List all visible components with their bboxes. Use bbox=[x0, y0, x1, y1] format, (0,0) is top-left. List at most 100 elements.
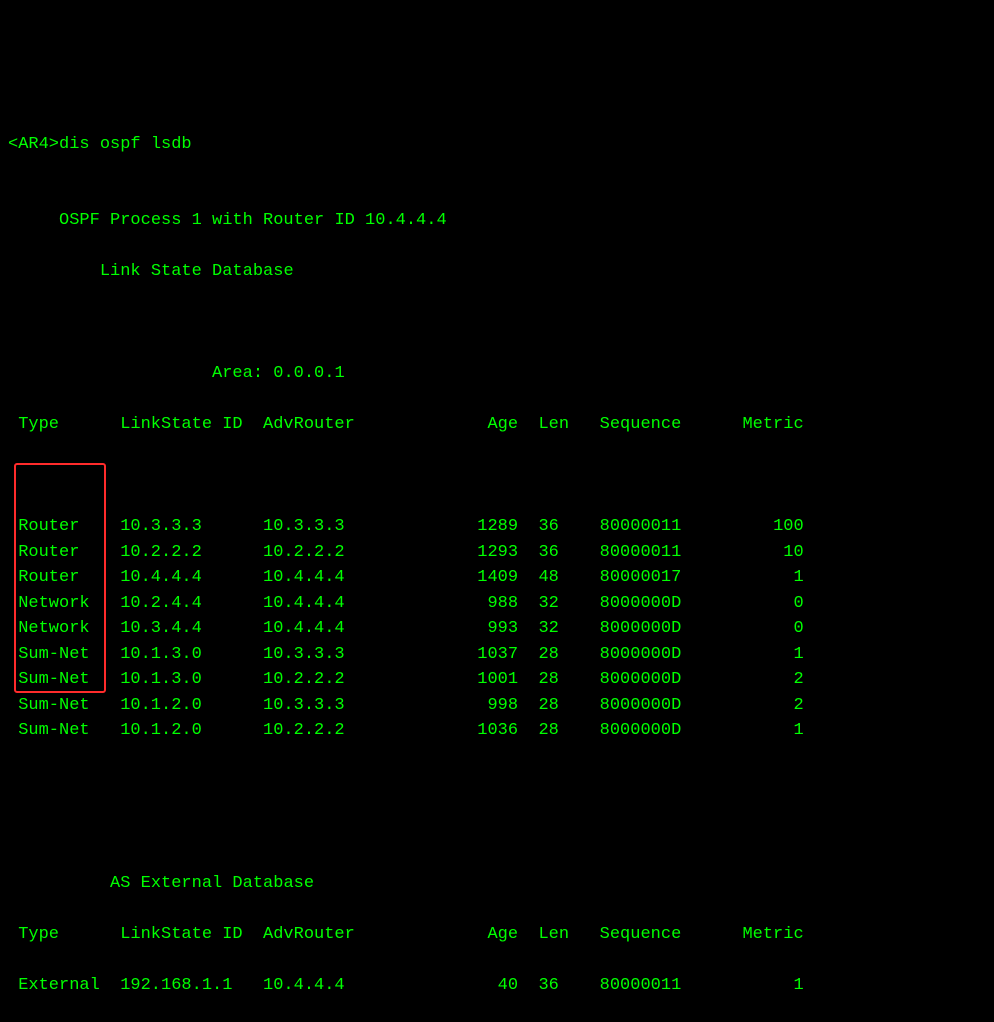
table-row: External192.168.1.110.4.4.44036800000111 bbox=[8, 973, 986, 999]
table-row: Sum-Net10.1.2.010.2.2.21036288000000D1 bbox=[8, 718, 986, 744]
table-row: Sum-Net10.1.3.010.3.3.31037288000000D1 bbox=[8, 642, 986, 668]
cell-age: 1289 bbox=[447, 514, 539, 540]
cell-age: 988 bbox=[447, 591, 539, 617]
cell-advrouter: 10.4.4.4 bbox=[263, 565, 447, 591]
area-line: Area: 0.0.0.1 bbox=[8, 361, 986, 387]
cell-type: Sum-Net bbox=[18, 642, 120, 668]
cell-advrouter: 10.4.4.4 bbox=[263, 973, 447, 999]
cell-sequence: 8000000D bbox=[600, 718, 722, 744]
col-age: Age bbox=[447, 412, 539, 438]
cell-len: 48 bbox=[538, 565, 599, 591]
col-type: Type bbox=[18, 412, 120, 438]
ospf-process-line: OSPF Process 1 with Router ID 10.4.4.4 bbox=[8, 208, 986, 234]
col-advrouter: AdvRouter bbox=[263, 412, 447, 438]
external-db-heading: AS External Database bbox=[8, 871, 986, 897]
col-type: Type bbox=[18, 922, 120, 948]
col-len: Len bbox=[538, 922, 599, 948]
lsdb-table-body: Router10.3.3.310.3.3.312893680000011100R… bbox=[8, 463, 986, 744]
cell-advrouter: 10.3.3.3 bbox=[263, 693, 447, 719]
cell-len: 32 bbox=[538, 616, 599, 642]
cell-advrouter: 10.4.4.4 bbox=[263, 616, 447, 642]
col-metric: Metric bbox=[722, 922, 804, 948]
cell-advrouter: 10.3.3.3 bbox=[263, 514, 447, 540]
cell-type: Sum-Net bbox=[18, 718, 120, 744]
cell-metric: 10 bbox=[722, 540, 804, 566]
cell-len: 36 bbox=[538, 514, 599, 540]
cell-len: 28 bbox=[538, 667, 599, 693]
terminal-output: <AR4>dis ospf lsdb OSPF Process 1 with R… bbox=[8, 106, 986, 1022]
cell-type: External bbox=[18, 973, 120, 999]
cell-type: Router bbox=[18, 540, 120, 566]
cell-linkstate: 10.1.3.0 bbox=[120, 642, 263, 668]
table-row: Router10.3.3.310.3.3.312893680000011100 bbox=[8, 514, 986, 540]
cell-len: 28 bbox=[538, 642, 599, 668]
cell-age: 1036 bbox=[447, 718, 539, 744]
col-linkstate: LinkState ID bbox=[120, 412, 263, 438]
cell-type: Router bbox=[18, 514, 120, 540]
cell-advrouter: 10.3.3.3 bbox=[263, 642, 447, 668]
cell-advrouter: 10.2.2.2 bbox=[263, 540, 447, 566]
cell-sequence: 80000011 bbox=[600, 973, 722, 999]
table-row: Router10.2.2.210.2.2.21293368000001110 bbox=[8, 540, 986, 566]
cell-sequence: 80000011 bbox=[600, 540, 722, 566]
cell-sequence: 80000017 bbox=[600, 565, 722, 591]
cell-age: 1001 bbox=[447, 667, 539, 693]
cell-type: Sum-Net bbox=[18, 667, 120, 693]
lsdb-heading: Link State Database bbox=[8, 259, 986, 285]
cell-sequence: 8000000D bbox=[600, 667, 722, 693]
cell-sequence: 80000011 bbox=[600, 514, 722, 540]
col-len: Len bbox=[538, 412, 599, 438]
cell-metric: 0 bbox=[722, 616, 804, 642]
table-row: Sum-Net10.1.2.010.3.3.3998288000000D2 bbox=[8, 693, 986, 719]
cell-linkstate: 10.1.2.0 bbox=[120, 718, 263, 744]
lsdb-column-headers: TypeLinkState IDAdvRouterAgeLenSequenceM… bbox=[8, 412, 986, 438]
cell-age: 1293 bbox=[447, 540, 539, 566]
cell-metric: 100 bbox=[722, 514, 804, 540]
cell-metric: 1 bbox=[722, 973, 804, 999]
cell-metric: 2 bbox=[722, 693, 804, 719]
cell-linkstate: 10.4.4.4 bbox=[120, 565, 263, 591]
col-metric: Metric bbox=[722, 412, 804, 438]
cell-type: Network bbox=[18, 591, 120, 617]
cell-age: 1409 bbox=[447, 565, 539, 591]
cell-linkstate: 10.2.2.2 bbox=[120, 540, 263, 566]
command-text: dis ospf lsdb bbox=[59, 135, 192, 154]
table-row: Router10.4.4.410.4.4.4140948800000171 bbox=[8, 565, 986, 591]
cell-advrouter: 10.4.4.4 bbox=[263, 591, 447, 617]
cell-advrouter: 10.2.2.2 bbox=[263, 718, 447, 744]
cell-linkstate: 10.3.4.4 bbox=[120, 616, 263, 642]
table-row: Sum-Net10.1.3.010.2.2.21001288000000D2 bbox=[8, 667, 986, 693]
cell-len: 32 bbox=[538, 591, 599, 617]
cell-len: 28 bbox=[538, 718, 599, 744]
cell-len: 36 bbox=[538, 973, 599, 999]
cell-metric: 0 bbox=[722, 591, 804, 617]
cell-metric: 2 bbox=[722, 667, 804, 693]
cell-age: 998 bbox=[447, 693, 539, 719]
cell-sequence: 8000000D bbox=[600, 693, 722, 719]
col-sequence: Sequence bbox=[600, 922, 722, 948]
cell-metric: 1 bbox=[722, 642, 804, 668]
cell-advrouter: 10.2.2.2 bbox=[263, 667, 447, 693]
col-advrouter: AdvRouter bbox=[263, 922, 447, 948]
cell-age: 40 bbox=[447, 973, 539, 999]
cell-len: 36 bbox=[538, 540, 599, 566]
table-row: Network10.2.4.410.4.4.4988328000000D0 bbox=[8, 591, 986, 617]
col-age: Age bbox=[447, 922, 539, 948]
cell-linkstate: 10.3.3.3 bbox=[120, 514, 263, 540]
external-column-headers: TypeLinkState IDAdvRouterAgeLenSequenceM… bbox=[8, 922, 986, 948]
cell-len: 28 bbox=[538, 693, 599, 719]
cell-linkstate: 10.1.2.0 bbox=[120, 693, 263, 719]
cell-linkstate: 10.1.3.0 bbox=[120, 667, 263, 693]
shell-prompt: <AR4> bbox=[8, 135, 59, 154]
cell-metric: 1 bbox=[722, 718, 804, 744]
cell-sequence: 8000000D bbox=[600, 616, 722, 642]
table-row: Network10.3.4.410.4.4.4993328000000D0 bbox=[8, 616, 986, 642]
cell-metric: 1 bbox=[722, 565, 804, 591]
cell-type: Network bbox=[18, 616, 120, 642]
col-sequence: Sequence bbox=[600, 412, 722, 438]
cell-age: 993 bbox=[447, 616, 539, 642]
cell-sequence: 8000000D bbox=[600, 591, 722, 617]
cell-linkstate: 10.2.4.4 bbox=[120, 591, 263, 617]
cell-age: 1037 bbox=[447, 642, 539, 668]
cell-type: Sum-Net bbox=[18, 693, 120, 719]
